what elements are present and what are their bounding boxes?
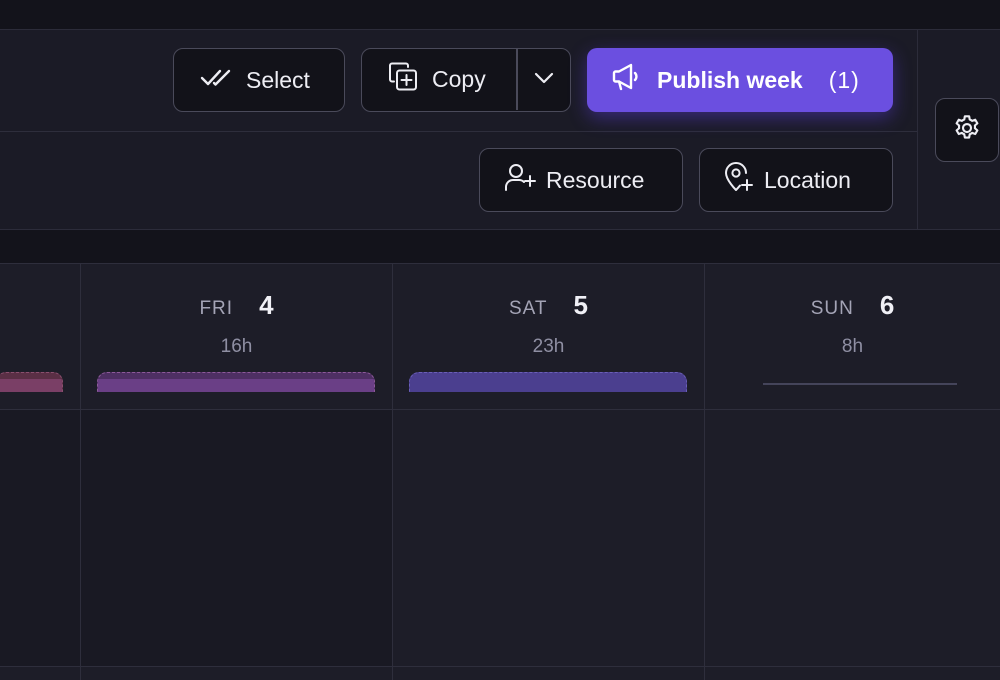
day-column-fri[interactable]: FRI 4 16h bbox=[81, 264, 393, 680]
add-resource-button[interactable]: Resource bbox=[479, 148, 683, 212]
shift-bar[interactable] bbox=[409, 372, 687, 392]
day-title: SUN 6 bbox=[705, 290, 1000, 321]
top-strip bbox=[0, 0, 1000, 29]
toolbar-calendar-gap bbox=[0, 230, 1000, 263]
day-body[interactable] bbox=[81, 410, 392, 667]
day-name: SUN bbox=[810, 298, 854, 319]
user-plus-icon bbox=[504, 162, 536, 198]
day-title: SAT 5 bbox=[393, 290, 704, 321]
day-name: SAT bbox=[508, 298, 548, 319]
day-footer bbox=[0, 666, 80, 680]
day-header-sat: SAT 5 23h bbox=[393, 264, 704, 410]
shift-bar-fill bbox=[410, 379, 686, 392]
shift-bar[interactable] bbox=[97, 372, 375, 392]
day-footer bbox=[393, 666, 704, 680]
day-title: FRI 4 bbox=[81, 290, 392, 321]
day-column-sat[interactable]: SAT 5 23h bbox=[393, 264, 705, 680]
add-resource-label: Resource bbox=[546, 166, 645, 193]
day-number: 4 bbox=[259, 290, 274, 320]
week-calendar: FRI 4 16h SAT 5 23h SUN 6 8h bbox=[0, 263, 1000, 680]
day-column-sun[interactable]: SUN 6 8h bbox=[705, 264, 1000, 680]
double-check-icon bbox=[200, 66, 232, 94]
day-hours: 16h bbox=[220, 336, 253, 357]
toolbar-divider bbox=[0, 131, 917, 132]
day-column-partial[interactable] bbox=[0, 264, 81, 680]
empty-shift-line bbox=[763, 383, 957, 385]
chevron-down-icon bbox=[534, 71, 554, 89]
add-location-button[interactable]: Location bbox=[699, 148, 893, 212]
day-header-sun: SUN 6 8h bbox=[705, 264, 1000, 410]
copy-button-label: Copy bbox=[432, 66, 486, 92]
copy-plus-icon bbox=[388, 62, 418, 98]
copy-menu-button[interactable] bbox=[518, 49, 570, 110]
day-name: FRI bbox=[199, 298, 234, 319]
copy-button[interactable]: Copy bbox=[362, 49, 517, 110]
day-body[interactable] bbox=[705, 410, 1000, 667]
day-hours: 23h bbox=[532, 336, 565, 357]
publish-week-button[interactable]: Publish week (1) bbox=[587, 48, 893, 112]
day-footer bbox=[81, 666, 392, 680]
add-location-label: Location bbox=[764, 166, 851, 193]
settings-button[interactable] bbox=[935, 98, 999, 162]
publish-week-label: Publish week bbox=[657, 66, 803, 93]
shift-bar-fill bbox=[0, 379, 62, 392]
day-header bbox=[0, 264, 80, 410]
megaphone-icon bbox=[611, 62, 641, 98]
day-number: 6 bbox=[879, 290, 895, 320]
day-header-fri: FRI 4 16h bbox=[81, 264, 392, 410]
select-button-label: Select bbox=[246, 66, 310, 93]
map-pin-plus-icon bbox=[724, 161, 754, 199]
day-body[interactable] bbox=[393, 410, 704, 667]
gear-icon bbox=[952, 113, 982, 148]
select-button[interactable]: Select bbox=[173, 48, 345, 112]
shift-bar[interactable] bbox=[0, 372, 63, 392]
copy-split-button: Copy bbox=[361, 48, 571, 112]
day-body[interactable] bbox=[0, 410, 80, 667]
shift-bar-fill bbox=[98, 379, 374, 392]
publish-count-badge: (1) bbox=[828, 66, 860, 93]
day-hours: 8h bbox=[841, 336, 864, 357]
day-footer bbox=[705, 666, 1000, 680]
day-number: 5 bbox=[573, 290, 588, 320]
